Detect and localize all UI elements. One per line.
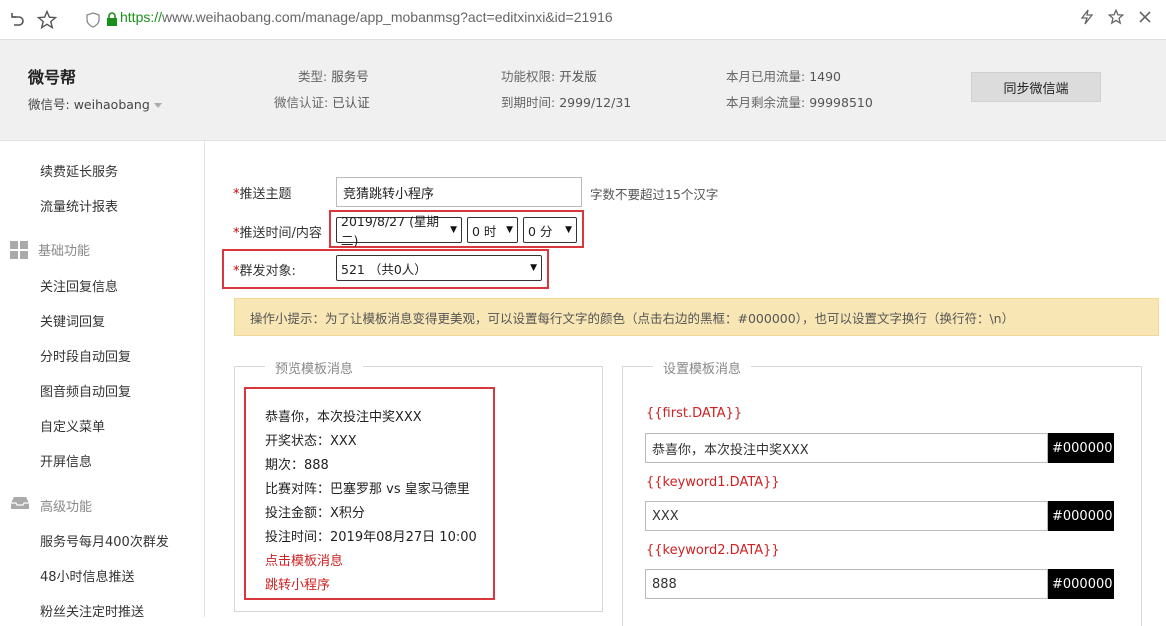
sidebar-item-fan-push[interactable]: 粉丝关注定时推送 <box>40 601 144 620</box>
expire-value: 2999/12/31 <box>559 95 632 110</box>
preview-line: 投注时间：2019年08月27日 10:00 <box>265 530 477 545</box>
field-input-keyword2[interactable]: 888 <box>645 569 1048 599</box>
used-value: 1490 <box>809 69 842 84</box>
sidebar-item-keyword-reply[interactable]: 关键词回复 <box>40 311 105 330</box>
type-info: 类型: 服务号 <box>298 66 369 85</box>
tip-bar: 操作小提示：为了让模板消息变得更美观，可以设置每行文字的颜色（点击右边的黑框：#… <box>234 298 1159 336</box>
shield-icon <box>86 12 100 32</box>
remain-value: 99998510 <box>809 95 873 110</box>
used-traffic-info: 本月已用流量: 1490 <box>726 66 841 85</box>
url-path: www.weihaobang.com/manage/app_mobanmsg?a… <box>162 9 613 25</box>
preview-line: 恭喜你，本次投注中奖XXX <box>265 410 422 425</box>
field-key-first: {{first.DATA}} <box>646 406 743 421</box>
color-picker-keyword2[interactable]: #000000 <box>1048 569 1114 599</box>
date-select-value: 2019/8/27 (星期二) <box>341 214 439 248</box>
sidebar: 续费延长服务 流量统计报表 基础功能 关注回复信息 关键词回复 分时段自动回复 … <box>0 141 205 620</box>
grid-icon <box>10 240 28 259</box>
perm-value: 开发版 <box>559 69 597 84</box>
verify-info: 微信认证: 已认证 <box>274 92 370 111</box>
account-header: 微号帮 微信号: weihaobang 类型: 服务号 微信认证: 已认证 功能… <box>0 40 1166 141</box>
target-label-text: 群发对象: <box>239 264 296 279</box>
expire-info: 到期时间: 2999/12/31 <box>501 92 631 111</box>
expire-label: 到期时间: <box>501 95 556 110</box>
preview-title: 预览模板消息 <box>265 358 364 377</box>
preview-link-miniprogram[interactable]: 跳转小程序 <box>265 574 330 593</box>
lightning-icon[interactable] <box>1080 9 1094 29</box>
preview-link-click[interactable]: 点击模板消息 <box>265 550 343 569</box>
time-label: *推送时间/内容 <box>233 222 322 241</box>
target-select[interactable]: 521 （共0人） ▼ <box>336 255 542 281</box>
remain-label: 本月剩余流量: <box>726 95 806 110</box>
remain-traffic-info: 本月剩余流量: 99998510 <box>726 92 873 111</box>
dropdown-arrow-icon: ▼ <box>506 225 513 235</box>
tray-icon <box>10 495 30 515</box>
field-input-first[interactable]: 恭喜你，本次投注中奖XXX <box>645 433 1048 463</box>
group-basic-label: 基础功能 <box>38 244 91 259</box>
field-key-keyword1: {{keyword1.DATA}} <box>646 475 780 490</box>
sidebar-item-renew[interactable]: 续费延长服务 <box>40 161 118 180</box>
sidebar-item-media-reply[interactable]: 图音频自动回复 <box>40 381 131 400</box>
wechat-id-label: 微信号: <box>28 97 70 112</box>
topic-hint: 字数不要超过15个汉字 <box>590 187 719 202</box>
preview-line: 期次：888 <box>265 458 329 473</box>
back-icon[interactable] <box>6 9 28 31</box>
settings-title: 设置模板消息 <box>653 358 752 377</box>
sidebar-group-basic: 基础功能 <box>10 240 90 259</box>
verify-value: 已认证 <box>332 95 370 110</box>
sync-wechat-button[interactable]: 同步微信端 <box>971 72 1101 102</box>
type-label: 类型: <box>298 69 328 84</box>
hour-select-value: 0 时 <box>472 223 497 239</box>
sidebar-item-custom-menu[interactable]: 自定义菜单 <box>40 416 105 435</box>
minute-select[interactable]: 0 分 ▼ <box>523 217 577 243</box>
hour-select[interactable]: 0 时 ▼ <box>467 217 518 243</box>
wechat-id[interactable]: 微信号: weihaobang <box>28 94 162 113</box>
type-value: 服务号 <box>331 69 369 84</box>
wechat-id-value: weihaobang <box>73 97 150 112</box>
target-select-value: 521 （共0人） <box>341 261 427 277</box>
dropdown-arrow-icon: ▼ <box>565 225 572 235</box>
preview-line: 开奖状态：XXX <box>265 434 357 449</box>
sidebar-item-splash[interactable]: 开屏信息 <box>40 451 92 470</box>
close-icon[interactable] <box>1138 9 1152 29</box>
url-scheme: https:// <box>120 9 163 25</box>
sidebar-item-traffic-report[interactable]: 流量统计报表 <box>40 196 118 215</box>
dropdown-arrow-icon: ▼ <box>530 263 537 273</box>
sidebar-item-timed-reply[interactable]: 分时段自动回复 <box>40 346 131 365</box>
lock-icon <box>106 12 118 31</box>
sidebar-item-48h-push[interactable]: 48小时信息推送 <box>40 566 135 585</box>
permission-info: 功能权限: 开发版 <box>501 66 597 85</box>
minute-select-value: 0 分 <box>528 223 553 239</box>
browser-toolbar: https://www.weihaobang.com/manage/app_mo… <box>0 0 1166 40</box>
topic-input[interactable] <box>336 177 582 207</box>
star-icon[interactable] <box>36 9 58 31</box>
chevron-down-icon <box>153 103 162 108</box>
used-label: 本月已用流量: <box>726 69 806 84</box>
topic-label: *推送主题 <box>233 183 292 202</box>
time-label-text: 推送时间/内容 <box>239 226 322 241</box>
sidebar-item-mass-send[interactable]: 服务号每月400次群发 <box>40 531 169 550</box>
group-advanced-label: 高级功能 <box>40 499 93 515</box>
brand-name: 微号帮 <box>28 68 77 87</box>
field-input-keyword1[interactable]: XXX <box>645 501 1048 531</box>
preview-line: 比赛对阵：巴塞罗那 vs 皇家马德里 <box>265 482 470 497</box>
field-key-keyword2: {{keyword2.DATA}} <box>646 543 780 558</box>
sidebar-item-follow-reply[interactable]: 关注回复信息 <box>40 276 118 295</box>
address-bar[interactable]: https://www.weihaobang.com/manage/app_mo… <box>120 9 613 25</box>
date-select[interactable]: 2019/8/27 (星期二) ▼ <box>336 214 462 248</box>
sidebar-group-advanced: 高级功能 <box>10 495 92 515</box>
topic-label-text: 推送主题 <box>239 187 292 202</box>
perm-label: 功能权限: <box>501 69 556 84</box>
dropdown-arrow-icon: ▼ <box>450 225 457 235</box>
color-picker-keyword1[interactable]: #000000 <box>1048 501 1114 531</box>
verify-label: 微信认证: <box>274 95 329 110</box>
target-label: *群发对象: <box>233 260 296 279</box>
favorite-star-icon[interactable] <box>1107 8 1125 29</box>
preview-line: 投注金额：X积分 <box>265 506 365 521</box>
color-picker-first[interactable]: #000000 <box>1048 433 1114 463</box>
